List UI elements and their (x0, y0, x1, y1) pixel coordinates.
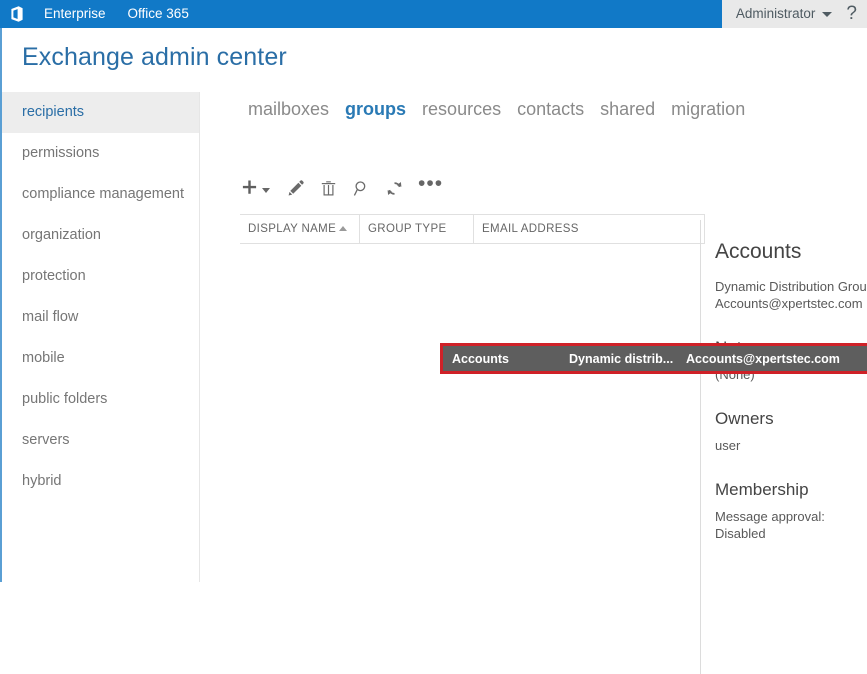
details-title: Accounts (715, 240, 867, 264)
sidebar-item-servers[interactable]: servers (2, 420, 199, 461)
column-header-email-address[interactable]: EMAIL ADDRESS (474, 214, 705, 244)
sort-ascending-icon (339, 226, 347, 231)
magnifier-icon (352, 179, 371, 198)
sidebar-item-label: hybrid (22, 473, 62, 489)
column-header-label: DISPLAY NAME (248, 223, 336, 235)
sidebar-item-organization[interactable]: organization (2, 215, 199, 256)
sidebar-item-label: mobile (22, 350, 65, 366)
details-membership-value: Message approval: Disabled (715, 508, 867, 542)
chevron-down-icon (262, 188, 270, 193)
details-membership-heading: Membership (715, 480, 867, 500)
column-header-group-type[interactable]: GROUP TYPE (360, 214, 474, 244)
tab-mailboxes[interactable]: mailboxes (248, 99, 329, 120)
column-header-display-name[interactable]: DISPLAY NAME (240, 214, 360, 244)
sidebar-item-label: compliance management (22, 186, 184, 202)
edit-button[interactable] (286, 173, 305, 203)
office-logo-icon[interactable] (0, 0, 34, 28)
column-header-label: EMAIL ADDRESS (482, 223, 579, 235)
search-button[interactable] (352, 173, 371, 203)
sidebar-item-protection[interactable]: protection (2, 256, 199, 297)
left-accent-rail (0, 28, 2, 582)
sidebar-nav: recipients permissions compliance manage… (2, 92, 200, 582)
sidebar-item-label: public folders (22, 391, 107, 407)
suite-link-office365[interactable]: Office 365 (120, 0, 197, 28)
help-icon[interactable]: ? (846, 0, 857, 28)
suite-link-enterprise[interactable]: Enterprise (36, 0, 114, 28)
suite-bar: Enterprise Office 365 Administrator ? (0, 0, 867, 28)
suite-account-area: Administrator ? (722, 0, 867, 28)
sidebar-item-public-folders[interactable]: public folders (2, 379, 199, 420)
sidebar-item-compliance-management[interactable]: compliance management (2, 174, 199, 215)
sidebar-item-recipients[interactable]: recipients (2, 92, 199, 133)
sidebar-item-label: protection (22, 268, 86, 284)
sidebar-item-label: mail flow (22, 309, 78, 325)
column-header-label: GROUP TYPE (368, 223, 447, 235)
tab-groups[interactable]: groups (345, 99, 406, 120)
administrator-menu-label[interactable]: Administrator (736, 0, 816, 28)
tab-resources[interactable]: resources (422, 99, 501, 120)
sidebar-item-label: recipients (22, 104, 84, 120)
details-owners-heading: Owners (715, 409, 867, 429)
page-title: Exchange admin center (22, 43, 287, 72)
sidebar-item-label: permissions (22, 145, 99, 161)
refresh-icon (385, 179, 404, 198)
details-owners-value: user (715, 437, 867, 454)
tab-bar: mailboxes groups resources contacts shar… (248, 99, 761, 120)
sidebar-item-permissions[interactable]: permissions (2, 133, 199, 174)
details-pane: Accounts Dynamic Distribution Group Acco… (700, 220, 867, 674)
sidebar-item-hybrid[interactable]: hybrid (2, 461, 199, 502)
red-highlight-annotation (440, 343, 867, 374)
details-email: Accounts@xpertstec.com (715, 295, 867, 312)
sidebar-item-mail-flow[interactable]: mail flow (2, 297, 199, 338)
plus-icon (240, 179, 259, 198)
tab-shared[interactable]: shared (600, 99, 655, 120)
trash-icon (319, 179, 338, 198)
tab-migration[interactable]: migration (671, 99, 745, 120)
more-options-button[interactable]: ••• (418, 173, 443, 203)
new-button[interactable] (240, 173, 270, 203)
sidebar-item-mobile[interactable]: mobile (2, 338, 199, 379)
details-group-type: Dynamic Distribution Group (715, 278, 867, 295)
sidebar-item-label: servers (22, 432, 70, 448)
tab-contacts[interactable]: contacts (517, 99, 584, 120)
sidebar-item-label: organization (22, 227, 101, 243)
chevron-down-icon[interactable] (822, 12, 832, 17)
table-header-row: DISPLAY NAME GROUP TYPE EMAIL ADDRESS (240, 214, 705, 244)
main-content: mailboxes groups resources contacts shar… (200, 92, 867, 582)
command-toolbar: ••• (240, 172, 457, 204)
refresh-button[interactable] (385, 173, 404, 203)
delete-button[interactable] (319, 173, 338, 203)
pencil-icon (286, 179, 305, 198)
